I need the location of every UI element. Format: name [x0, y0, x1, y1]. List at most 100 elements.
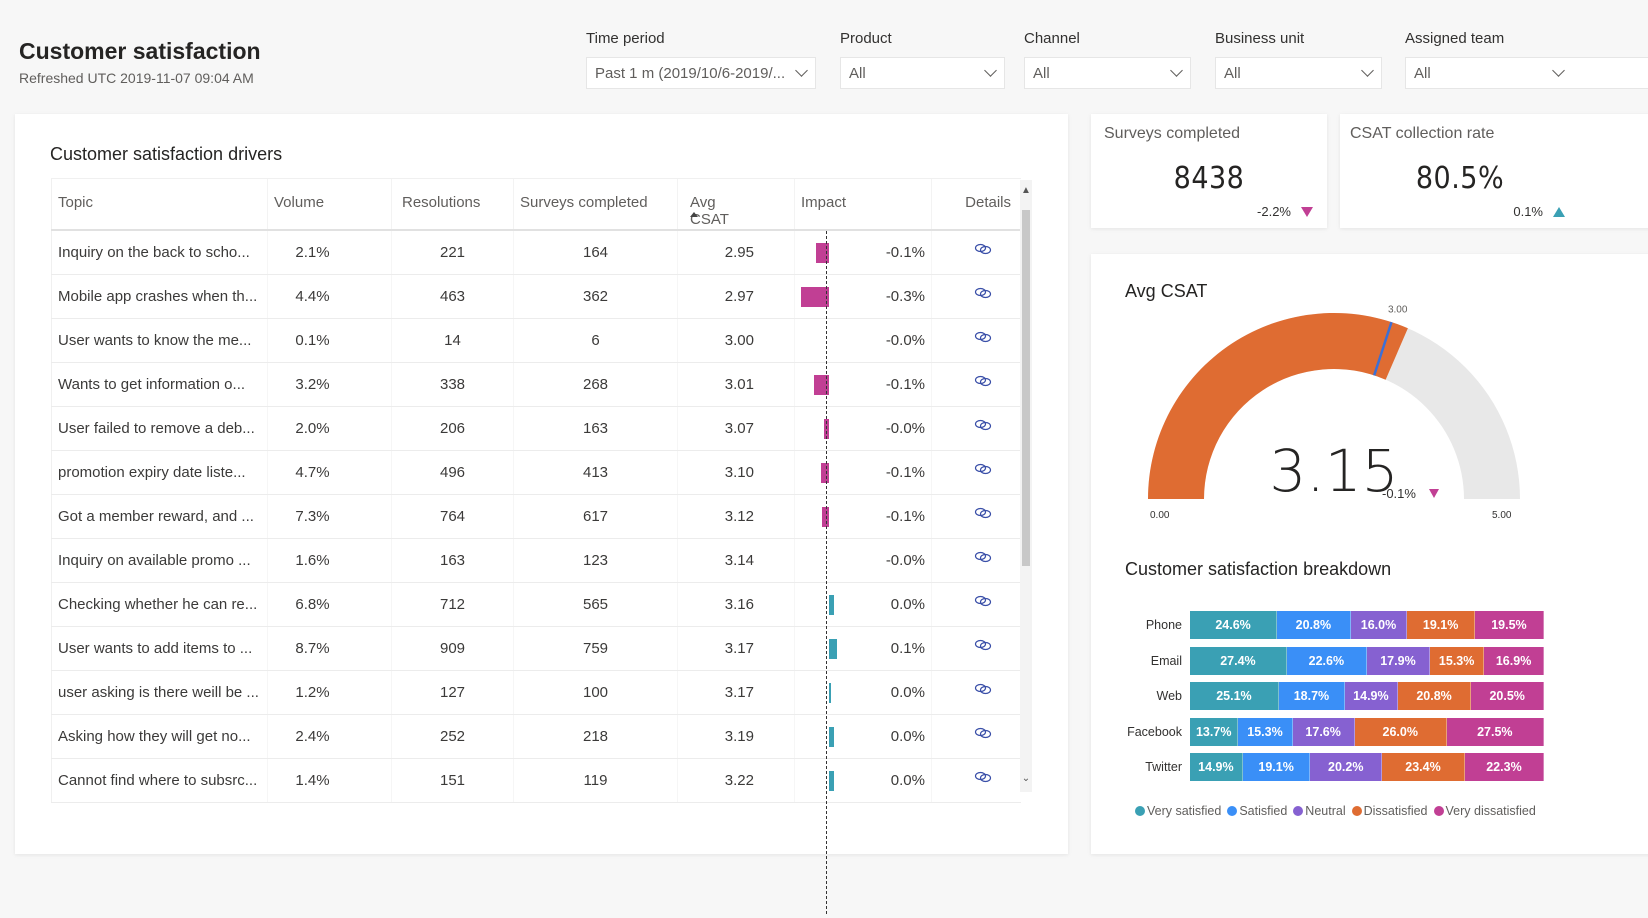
link-icon[interactable] [974, 727, 992, 739]
legend-label: Very dissatisfied [1445, 804, 1536, 818]
bar-segment-neutral[interactable]: 20.2% [1310, 753, 1383, 781]
cell-avg-csat: 3.00 [677, 319, 794, 362]
bar-segment-neutral[interactable]: 16.0% [1350, 611, 1408, 639]
column-header-impact[interactable]: Impact [794, 179, 931, 229]
column-header-resolutions[interactable]: Resolutions [391, 179, 513, 229]
legend-item[interactable]: Very dissatisfied [1433, 804, 1536, 818]
column-header-label: Resolutions [402, 194, 481, 211]
bar-segment-very-satisfied[interactable]: 27.4% [1190, 646, 1287, 675]
time-period-dropdown[interactable]: Past 1 m (2019/10/6-2019/... [586, 57, 816, 89]
bar-segment-dissatisfied[interactable]: 26.0% [1354, 717, 1447, 746]
link-icon[interactable] [974, 771, 992, 783]
bar-segment-neutral[interactable]: 14.9% [1345, 682, 1398, 710]
bar-segment-satisfied[interactable]: 18.7% [1278, 682, 1346, 710]
cell-impact: 0.0% [794, 715, 931, 758]
legend-item[interactable]: Satisfied [1227, 804, 1287, 818]
bar-segment-very-dissatisfied[interactable]: 16.9% [1484, 646, 1544, 675]
bar-segment-dissatisfied[interactable]: 19.1% [1407, 611, 1475, 639]
link-icon[interactable] [974, 375, 992, 387]
cell-impact: 0.0% [794, 671, 931, 714]
link-icon[interactable] [974, 287, 992, 299]
cell-resolutions: 463 [391, 275, 513, 318]
bar-segment-satisfied[interactable]: 15.3% [1238, 717, 1293, 746]
link-icon[interactable] [974, 551, 992, 563]
cell-resolutions: 712 [391, 583, 513, 626]
product-dropdown[interactable]: All [840, 57, 1005, 89]
impact-bar [815, 243, 829, 263]
data-label: 26.0% [1382, 724, 1418, 739]
link-icon[interactable] [974, 331, 992, 343]
cell-surveys-completed: 268 [513, 363, 677, 406]
cell-volume: 4.4% [267, 275, 391, 318]
link-icon[interactable] [974, 507, 992, 519]
scroll-up-arrow-icon[interactable]: ▲ [1021, 186, 1031, 196]
table-row[interactable]: User failed to remove a deb... 2.0% 206 163… [51, 407, 1021, 451]
scroll-thumb[interactable] [1022, 210, 1030, 566]
table-row[interactable]: Mobile app crashes when th... 4.4% 463 362 2… [51, 275, 1021, 319]
legend-item[interactable]: Neutral [1293, 804, 1346, 818]
data-label: 20.8% [1295, 618, 1332, 632]
bar-segment-neutral[interactable]: 17.9% [1366, 646, 1431, 675]
link-icon[interactable] [974, 595, 992, 607]
drivers-title: Customer satisfaction drivers [50, 144, 283, 164]
column-header-details[interactable]: Details [931, 179, 1021, 229]
cell-avg-csat: 3.16 [677, 583, 794, 626]
table-row[interactable]: Inquiry on the back to scho... 2.1% 221 164… [51, 231, 1021, 275]
bar-segment-neutral[interactable]: 17.6% [1292, 717, 1355, 746]
table-row[interactable]: promotion expiry date liste... 4.7% 496 413… [51, 451, 1021, 495]
bar-segment-very-dissatisfied[interactable]: 20.5% [1471, 682, 1544, 710]
link-icon[interactable] [974, 243, 992, 255]
bar-segment-satisfied[interactable]: 19.1% [1242, 753, 1311, 781]
dropdown-value: All [849, 64, 866, 82]
table-row[interactable]: Cannot find where to subsrc... 1.4% 151 119… [51, 759, 1021, 803]
link-icon[interactable] [974, 683, 992, 695]
legend-item[interactable]: Very satisfied [1135, 804, 1221, 818]
table-row[interactable]: user asking is there weill be ... 1.2% 127… [51, 671, 1021, 715]
column-header-surveys-completed[interactable]: Surveys completed [513, 179, 677, 229]
cell-surveys-completed: 100 [513, 671, 677, 714]
impact-value: -0.0% [885, 420, 925, 437]
bar-segment-very-satisfied[interactable]: 24.6% [1190, 611, 1278, 639]
link-icon[interactable] [974, 639, 992, 651]
table-row[interactable]: Inquiry on available promo ... 1.6% 163 123… [51, 539, 1021, 583]
assigned-team-dropdown[interactable]: All [1405, 57, 1648, 89]
cell-avg-csat: 3.10 [677, 451, 794, 494]
table-row[interactable]: Got a member reward, and ... 7.3% 764 617 3.… [51, 495, 1021, 539]
column-header-label: Avg CSAT [690, 194, 729, 228]
table-row[interactable]: User wants to add items to ... 8.7% 909 759… [51, 627, 1021, 671]
table-row[interactable]: Asking how they will get no... 2.4% 252 218… [51, 715, 1021, 759]
bar-segment-satisfied[interactable]: 20.8% [1277, 611, 1351, 639]
table-row[interactable]: Wants to get information o... 3.2% 338 268 3… [51, 363, 1021, 407]
drivers-table: Topic Volume Resolutions Surveys complet… [51, 178, 1021, 803]
table-row[interactable]: User wants to know the me... 0.1% 14 6 3.00 -… [51, 319, 1021, 363]
table-scrollbar[interactable]: ▲ ⌄ [1020, 180, 1032, 792]
bar-segment-dissatisfied[interactable]: 20.8% [1397, 682, 1472, 710]
bar-segment-very-satisfied[interactable]: 13.7% [1190, 717, 1239, 746]
filter-time-period: Time period Past 1 m (2019/10/6-2019/... [586, 30, 816, 89]
business-unit-dropdown[interactable]: All [1215, 57, 1382, 89]
bar-segment-dissatisfied[interactable]: 15.3% [1430, 646, 1485, 675]
column-header-avg-csat[interactable]: Avg CSAT [677, 179, 794, 229]
bar-segment-very-satisfied[interactable]: 25.1% [1190, 682, 1279, 710]
cell-surveys-completed: 6 [513, 319, 677, 362]
column-header-topic[interactable]: Topic [51, 179, 267, 229]
cell-avg-csat: 3.07 [677, 407, 794, 450]
bar-segment-very-dissatisfied[interactable]: 22.3% [1464, 753, 1544, 781]
bar-segment-dissatisfied[interactable]: 23.4% [1382, 753, 1465, 781]
table-row[interactable]: Checking whether he can re... 6.8% 712 565 3… [51, 583, 1021, 627]
bar-segment-very-dissatisfied[interactable]: 27.5% [1446, 717, 1544, 746]
link-icon[interactable] [974, 419, 992, 431]
bar-segment-very-satisfied[interactable]: 14.9% [1190, 753, 1243, 781]
legend-item[interactable]: Dissatisfied [1351, 804, 1428, 818]
impact-bar [801, 287, 829, 307]
bar-segment-very-dissatisfied[interactable]: 19.5% [1474, 611, 1544, 639]
channel-dropdown[interactable]: All [1024, 57, 1191, 89]
column-header-volume[interactable]: Volume [267, 179, 391, 229]
cell-surveys-completed: 413 [513, 451, 677, 494]
link-icon[interactable] [974, 463, 992, 475]
cell-details [931, 451, 1021, 494]
scroll-down-arrow-icon[interactable]: ⌄ [1021, 774, 1031, 784]
cell-resolutions: 206 [391, 407, 513, 450]
bar-segment-satisfied[interactable]: 22.6% [1286, 646, 1367, 675]
impact-value: 0.0% [890, 728, 925, 745]
